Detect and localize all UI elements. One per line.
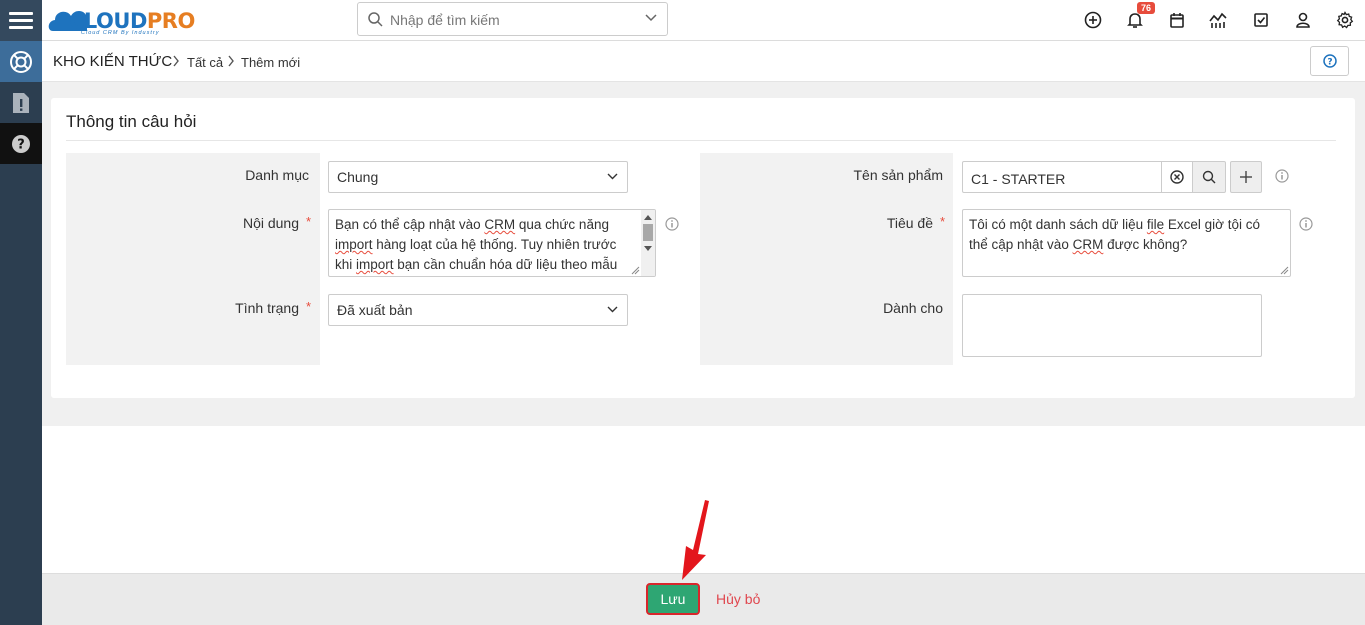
calendar-icon[interactable]	[1167, 10, 1187, 30]
product-label: Tên sản phẩm	[853, 167, 944, 183]
required-marker: *	[306, 214, 312, 229]
category-value: Chung	[337, 169, 379, 185]
breadcrumb-add-new: Thêm mới	[241, 55, 301, 70]
divider	[66, 140, 1336, 141]
subject-line-2: thể cập nhật vào CRM được không?	[969, 237, 1188, 252]
section-title: Thông tin câu hỏi	[66, 112, 197, 131]
info-icon[interactable]	[665, 217, 679, 231]
product-field[interactable]: C1 - STARTER	[962, 161, 1162, 193]
category-select[interactable]: Chung	[328, 161, 628, 193]
content-line-3: khi import bạn cần chuẩn hóa dữ liệu the…	[335, 257, 618, 272]
add-product-button[interactable]	[1230, 161, 1262, 193]
sidebar-item-report[interactable]	[0, 82, 42, 123]
chevron-down-icon	[607, 306, 618, 313]
help-button[interactable]: ?	[1310, 46, 1349, 76]
content-line-2: import hàng loạt của hệ thống. Tuy nhiên…	[335, 237, 617, 252]
notification-badge: 76	[1137, 2, 1156, 14]
gear-icon[interactable]	[1335, 10, 1355, 30]
breadcrumb: KHO KIẾN THỨC Tất cả Thêm mới ?	[42, 41, 1365, 82]
cancel-link[interactable]: Hủy bỏ	[716, 591, 760, 607]
global-search[interactable]	[357, 2, 668, 36]
chart-icon[interactable]	[1208, 10, 1228, 30]
status-select[interactable]: Đã xuất bản	[328, 294, 628, 326]
scroll-up-icon[interactable]	[644, 215, 652, 220]
resize-handle-icon[interactable]	[1280, 266, 1289, 275]
textarea-scrollbar[interactable]	[641, 210, 655, 276]
logo[interactable]: CLOUDPRO Cloud CRM By Industry	[47, 3, 202, 37]
plus-icon	[1240, 171, 1252, 183]
question-circle-icon: ?	[1322, 54, 1337, 68]
subject-text: Tôi có một danh sách dữ liệu file Excel …	[969, 215, 1260, 255]
search-icon	[368, 12, 383, 27]
content-line-1: Bạn có thể cập nhật vào CRM qua chức năn…	[335, 217, 609, 232]
required-marker: *	[306, 299, 312, 314]
info-icon[interactable]	[1299, 217, 1313, 231]
scroll-thumb[interactable]	[643, 224, 653, 241]
subject-line-1: Tôi có một danh sách dữ liệu file Excel …	[969, 217, 1261, 232]
right-label-panel	[700, 153, 953, 365]
question-info-card: Thông tin câu hỏi Danh mục Chung Nội dun…	[51, 98, 1355, 398]
content-label: Nội dung	[242, 215, 299, 231]
chevron-down-icon	[607, 173, 618, 180]
content-text: Bạn có thể cập nhật vào CRM qua chức năn…	[335, 215, 617, 275]
resize-handle-icon[interactable]	[631, 266, 640, 275]
sidebar-item-help[interactable]: ?	[0, 123, 42, 164]
scroll-down-icon[interactable]	[644, 246, 652, 251]
audience-label: Dành cho	[883, 300, 943, 316]
subject-label: Tiêu đề	[886, 215, 933, 231]
main-content: Thông tin câu hỏi Danh mục Chung Nội dun…	[42, 82, 1365, 426]
lifebuoy-icon	[10, 50, 32, 73]
close-circle-icon	[1170, 170, 1184, 184]
user-icon[interactable]	[1293, 10, 1313, 30]
top-bar: CLOUDPRO Cloud CRM By Industry 76	[0, 0, 1365, 41]
info-icon[interactable]	[1275, 169, 1289, 183]
save-button[interactable]: Lưu	[646, 583, 700, 615]
breadcrumb-module[interactable]: KHO KIẾN THỨC	[53, 53, 172, 70]
sidebar-item-knowledge-base[interactable]	[0, 41, 42, 82]
category-label: Danh mục	[245, 167, 309, 183]
chevron-right-icon	[173, 55, 179, 67]
subject-textarea[interactable]: Tôi có một danh sách dữ liệu file Excel …	[962, 209, 1291, 277]
breadcrumb-all[interactable]: Tất cả	[187, 55, 223, 70]
status-value: Đã xuất bản	[337, 302, 413, 318]
search-icon	[1202, 170, 1216, 184]
document-alert-icon	[13, 92, 29, 113]
svg-text:?: ?	[17, 137, 25, 152]
svg-text:?: ?	[1327, 58, 1332, 68]
search-input[interactable]	[390, 9, 630, 31]
content-textarea[interactable]: Bạn có thể cập nhật vào CRM qua chức năn…	[328, 209, 656, 277]
annotation-arrow-icon	[682, 500, 709, 580]
logo-tagline: Cloud CRM By Industry	[81, 30, 160, 36]
plus-circle-icon[interactable]	[1083, 10, 1103, 30]
menu-icon[interactable]	[0, 0, 42, 41]
required-marker: *	[940, 214, 946, 229]
audience-field[interactable]	[962, 294, 1262, 357]
checkbox-icon[interactable]	[1251, 10, 1271, 30]
sidebar: ?	[0, 41, 42, 625]
question-circle-icon: ?	[12, 134, 30, 153]
chevron-right-icon	[228, 55, 234, 67]
chevron-down-icon[interactable]	[645, 14, 657, 22]
search-product-button[interactable]	[1192, 161, 1226, 193]
product-value: C1 - STARTER	[971, 171, 1066, 187]
clear-product-button[interactable]	[1161, 161, 1193, 193]
left-label-panel	[66, 153, 320, 365]
status-label: Tình trạng	[235, 300, 299, 316]
